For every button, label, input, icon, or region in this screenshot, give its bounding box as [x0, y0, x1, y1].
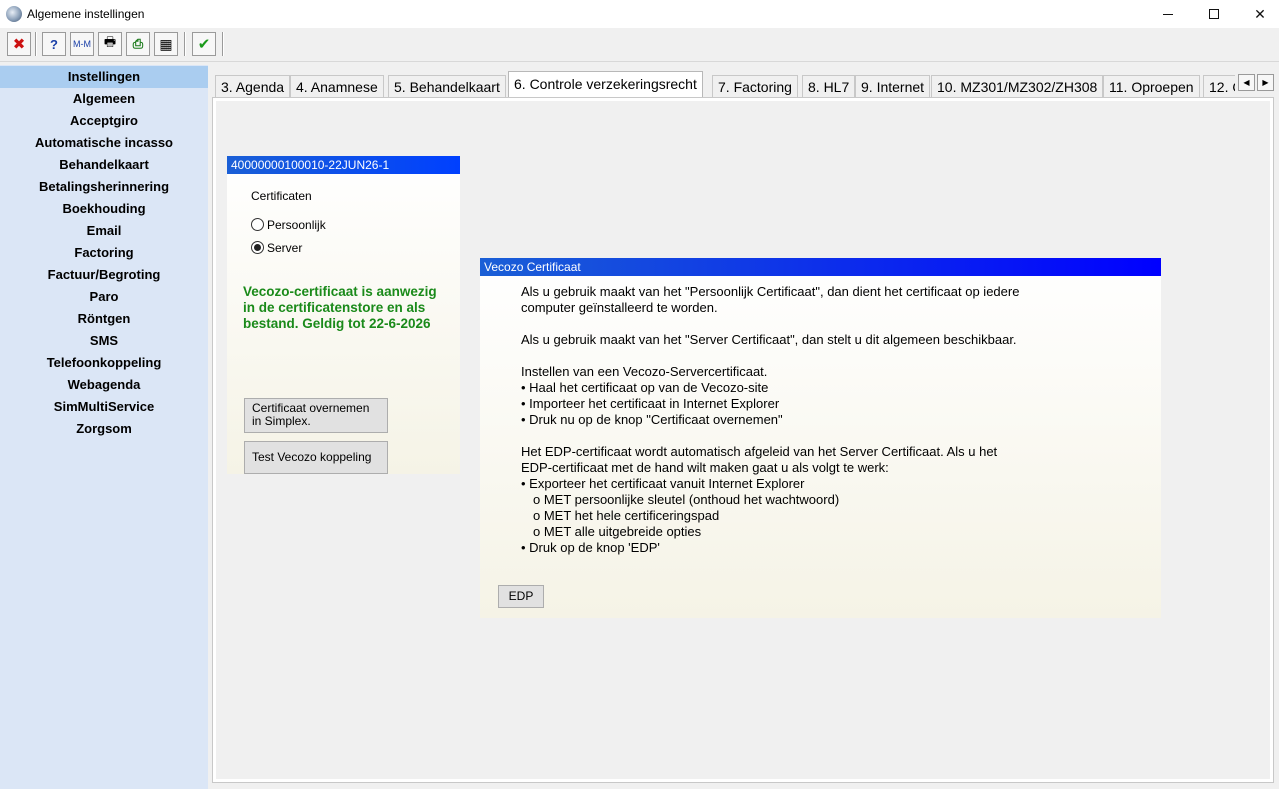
sidebar-item-telefoonkoppeling[interactable]: Telefoonkoppeling	[0, 352, 208, 374]
close-icon: ✕	[1254, 5, 1266, 22]
help-button[interactable]: ?	[42, 32, 66, 56]
info-p4-subitem: o MET persoonlijke sleutel (onthoud het …	[533, 492, 840, 507]
tab-hl7[interactable]: 8. HL7	[802, 75, 856, 97]
toolbar-separator	[184, 32, 186, 56]
tab-oproepen[interactable]: 11. Oproepen	[1103, 75, 1200, 97]
info-p1-line2: computer geïnstalleerd te worden.	[521, 300, 718, 315]
export-icon: ⎙	[132, 36, 144, 51]
sidebar-item-factoring[interactable]: Factoring	[0, 242, 208, 264]
info-p1-line1: Als u gebruik maakt van het "Persoonlijk…	[521, 284, 1020, 299]
toolbar-separator	[35, 32, 37, 56]
sidebar: Instellingen Algemeen Acceptgiro Automat…	[0, 65, 208, 789]
toolbar-separator	[222, 32, 224, 56]
calculator-button[interactable]: ▦	[154, 32, 178, 56]
radio-persoonlijk[interactable]	[251, 218, 264, 231]
minimize-icon	[1163, 13, 1173, 15]
edp-button[interactable]: EDP	[498, 585, 544, 608]
tab-behandelkaart[interactable]: 5. Behandelkaart	[388, 75, 506, 97]
app-globe-icon	[6, 6, 22, 22]
certificate-status-text: Vecozo-certificaat is aanwezig in de cer…	[243, 284, 437, 331]
help-icon: ?	[50, 36, 58, 52]
arrow-right-icon: ▶	[1262, 78, 1269, 87]
window-title: Algemene instellingen	[27, 7, 145, 21]
checkmark-icon: ✔	[197, 36, 211, 53]
toolbar: ✖ ? M-M 🖶 ⎙ ▦ ✔	[0, 28, 1279, 62]
tab-agenda[interactable]: 3. Agenda	[215, 75, 291, 97]
sidebar-item-paro[interactable]: Paro	[0, 286, 208, 308]
info-p4-subitem: o MET het hele certificeringspad	[533, 508, 720, 523]
tab-scroll-left-button[interactable]: ◀	[1238, 74, 1255, 91]
certificate-id-header: 40000000100010-22JUN26-1	[227, 156, 460, 174]
take-over-certificate-label-line2: in Simplex.	[252, 414, 311, 428]
maximize-button[interactable]	[1191, 0, 1237, 28]
printer-icon: 🖶	[103, 34, 117, 49]
sidebar-item-instellingen[interactable]: Instellingen	[0, 66, 208, 88]
radio-server-label[interactable]: Server	[267, 241, 302, 255]
print-button[interactable]: 🖶	[98, 32, 122, 56]
test-vecozo-button[interactable]: Test Vecozo koppeling	[244, 441, 388, 474]
sidebar-item-email[interactable]: Email	[0, 220, 208, 242]
radio-server[interactable]	[251, 241, 264, 254]
info-text: Als u gebruik maakt van het "Persoonlijk…	[521, 284, 1141, 556]
info-p4-subitem: o MET alle uitgebreide opties	[533, 524, 702, 539]
red-x-icon: ✖	[12, 36, 26, 53]
info-p4-line2: EDP-certificaat met de hand wilt maken g…	[521, 460, 889, 475]
sidebar-item-rontgen[interactable]: Röntgen	[0, 308, 208, 330]
take-over-certificate-button[interactable]: Certificaat overnemen in Simplex.	[244, 398, 388, 433]
radio-persoonlijk-label[interactable]: Persoonlijk	[267, 218, 326, 232]
ok-button[interactable]: ✔	[192, 32, 216, 56]
vecozo-info-panel: Vecozo Certificaat Als u gebruik maakt v…	[480, 258, 1161, 618]
tab-anamnese[interactable]: 4. Anamnese	[290, 75, 384, 97]
tabs-area: 3. Agenda 4. Anamnese 5. Behandelkaart 6…	[208, 65, 1279, 789]
info-p3-title: Instellen van een Vecozo-Servercertifica…	[521, 364, 768, 379]
tab-mz301[interactable]: 10. MZ301/MZ302/ZH308	[931, 75, 1104, 97]
minimize-button[interactable]	[1145, 0, 1191, 28]
arrow-left-icon: ◀	[1243, 78, 1250, 87]
tab-factoring[interactable]: 7. Factoring	[712, 75, 798, 97]
maximize-icon	[1209, 9, 1219, 19]
sidebar-item-acceptgiro[interactable]: Acceptgiro	[0, 110, 208, 132]
info-p4-item: • Druk op de knop 'EDP'	[521, 540, 660, 555]
tab-controle-verzekeringsrecht[interactable]: 6. Controle verzekeringsrecht	[508, 71, 703, 97]
sidebar-item-webagenda[interactable]: Webagenda	[0, 374, 208, 396]
sidebar-item-boekhouding[interactable]: Boekhouding	[0, 198, 208, 220]
m-m-icon: M-M	[73, 39, 91, 49]
info-p4-line1: Het EDP-certificaat wordt automatisch af…	[521, 444, 998, 459]
info-p3-item: • Druk nu op de knop "Certificaat overne…	[521, 412, 783, 427]
sidebar-item-zorgsom[interactable]: Zorgsom	[0, 418, 208, 440]
title-bar: Algemene instellingen ✕	[0, 0, 1279, 28]
tab-strip: 3. Agenda 4. Anamnese 5. Behandelkaart 6…	[212, 71, 1235, 97]
sidebar-item-automatische-incasso[interactable]: Automatische incasso	[0, 132, 208, 154]
tab-overig[interactable]: 12. Overig	[1203, 75, 1235, 97]
tab-internet[interactable]: 9. Internet	[855, 75, 931, 97]
certificate-panel: 40000000100010-22JUN26-1 Certificaten Pe…	[227, 156, 460, 474]
sidebar-item-behandelkaart[interactable]: Behandelkaart	[0, 154, 208, 176]
export-button[interactable]: ⎙	[126, 32, 150, 56]
info-panel-header: Vecozo Certificaat	[480, 258, 1161, 276]
sidebar-item-betalingsherinnering[interactable]: Betalingsherinnering	[0, 176, 208, 198]
info-p4-item: • Exporteer het certificaat vanuit Inter…	[521, 476, 805, 491]
info-p3-item: • Importeer het certificaat in Internet …	[521, 396, 780, 411]
tab-scroll-right-button[interactable]: ▶	[1257, 74, 1274, 91]
close-window-button[interactable]: ✕	[1237, 0, 1279, 28]
sidebar-item-factuur-begroting[interactable]: Factuur/Begroting	[0, 264, 208, 286]
calculator-icon: ▦	[159, 35, 173, 52]
sidebar-item-sms[interactable]: SMS	[0, 330, 208, 352]
certificates-label: Certificaten	[251, 189, 312, 203]
sidebar-item-algemeen[interactable]: Algemeen	[0, 88, 208, 110]
m-m-button[interactable]: M-M	[70, 32, 94, 56]
info-p2: Als u gebruik maakt van het "Server Cert…	[521, 332, 1017, 347]
sidebar-item-simmultiservice[interactable]: SimMultiService	[0, 396, 208, 418]
tab-page-content: 40000000100010-22JUN26-1 Certificaten Pe…	[216, 101, 1270, 779]
tab-page: 40000000100010-22JUN26-1 Certificaten Pe…	[212, 97, 1274, 783]
info-p3-item: • Haal het certificaat op van de Vecozo-…	[521, 380, 769, 395]
close-button[interactable]: ✖	[7, 32, 31, 56]
